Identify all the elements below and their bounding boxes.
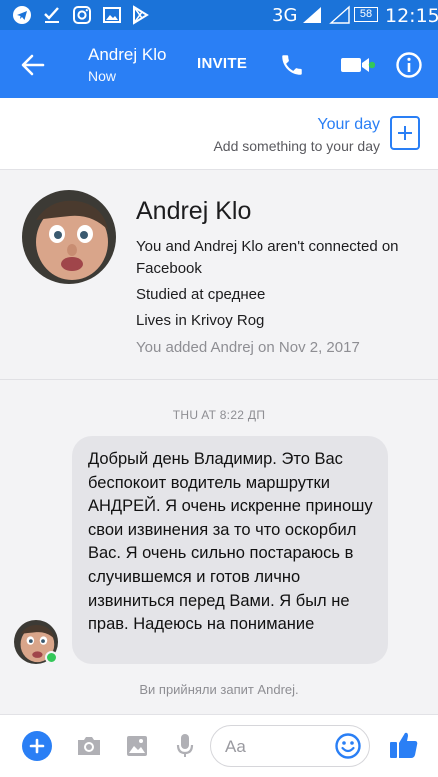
connection-status: You and Andrej Klo aren't connected on F… (136, 238, 399, 277)
online-indicator (45, 651, 58, 664)
instagram-icon (72, 5, 92, 25)
network-type: 3G (272, 5, 298, 26)
microphone-icon[interactable] (170, 731, 200, 761)
your-day-banner[interactable]: Your day Add something to your day (0, 98, 438, 170)
presence-status: Now (88, 68, 117, 84)
your-day-subtitle: Add something to your day (213, 138, 380, 154)
check-download-icon (42, 5, 62, 25)
phone-icon[interactable] (276, 49, 308, 81)
profile-name: Andrej Klo (136, 197, 252, 225)
message-input-placeholder: Aa (225, 737, 246, 756)
message-composer: Aa (0, 714, 438, 777)
plus-icon (398, 126, 412, 140)
location-info: Lives in Krivoy Rog (136, 312, 265, 329)
plus-icon[interactable] (22, 731, 52, 761)
contact-title[interactable]: Andrej Klo Now (88, 44, 166, 85)
telegram-icon (12, 5, 32, 25)
message-input[interactable]: Aa (210, 725, 370, 767)
signal-icon (300, 5, 324, 25)
invite-button[interactable]: INVITE (197, 55, 247, 72)
signal-empty-icon (328, 5, 352, 25)
gallery-icon[interactable] (122, 731, 152, 761)
video-camera-icon[interactable] (337, 49, 377, 81)
message-timestamp: THU AT 8:22 ДП (172, 408, 266, 422)
back-arrow-icon[interactable] (18, 50, 48, 80)
added-date: You added Andrej on Nov 2, 2017 (136, 339, 360, 356)
play-store-icon (130, 5, 150, 25)
status-time: 12:15 (385, 5, 438, 27)
camera-icon[interactable] (74, 731, 104, 761)
battery-indicator: 58 (354, 7, 378, 22)
contact-name: Andrej Klo (88, 45, 167, 64)
system-note: Ви прийняли запит Andrej. (139, 682, 299, 697)
status-bar: 3G 58 12:15 (0, 0, 438, 30)
education-info: Studied at среднее (136, 286, 266, 303)
thumbs-up-icon[interactable] (388, 729, 420, 761)
contact-profile-card: Andrej Klo You and Andrej Klo aren't con… (0, 180, 438, 380)
avatar[interactable] (22, 190, 116, 284)
conversation-header: Andrej Klo Now INVITE (0, 30, 438, 98)
add-story-button[interactable] (390, 116, 420, 150)
image-icon (102, 5, 122, 25)
info-icon[interactable] (393, 49, 425, 81)
emoji-icon[interactable] (334, 732, 362, 760)
your-day-title: Your day (317, 116, 380, 133)
message-bubble[interactable]: Добрый день Владимир. Это Вас беспокоит … (72, 436, 388, 664)
